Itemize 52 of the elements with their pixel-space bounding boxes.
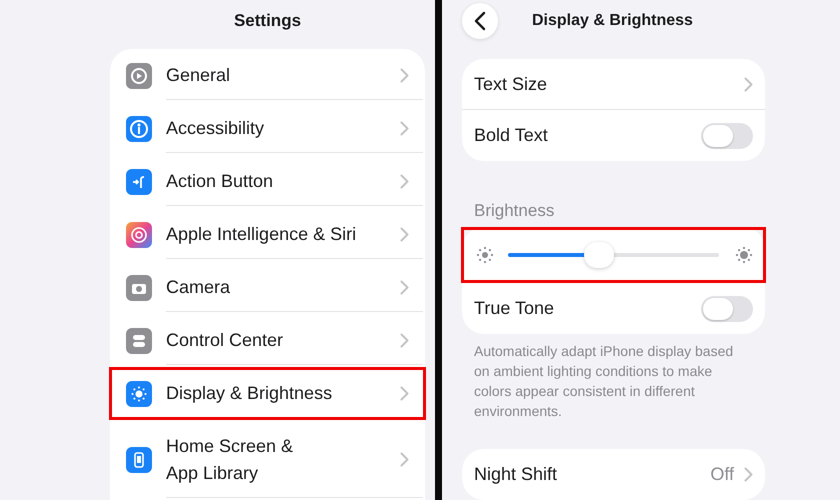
- action-button-icon: [126, 168, 152, 194]
- chevron-icon: [400, 174, 409, 188]
- settings-item[interactable]: General: [109, 49, 426, 102]
- settings-row[interactable]: Text Size: [462, 59, 765, 110]
- toggle-switch[interactable]: [701, 122, 753, 148]
- chevron-icon: [400, 226, 409, 242]
- item-label: Control Center: [166, 328, 284, 352]
- item-label: Camera: [166, 276, 232, 298]
- chevron-icon: [400, 386, 409, 401]
- item-label: Accessibility: [166, 116, 266, 140]
- chevron-icon: [400, 120, 409, 136]
- toggle-switch[interactable]: [701, 296, 753, 322]
- back-button[interactable]: [462, 2, 498, 38]
- settings-item[interactable]: Control Center: [109, 314, 426, 367]
- chevron-icon: [400, 68, 409, 82]
- row-value: Off: [710, 464, 734, 485]
- item-label: Apple Intelligence & Siri: [166, 222, 358, 246]
- screen-title: Settings: [234, 11, 302, 32]
- chevron-icon: [744, 467, 753, 482]
- bright-sun-icon: [735, 246, 753, 264]
- row-label: True Tone: [474, 297, 554, 320]
- accessibility-icon: [126, 116, 152, 142]
- item-label: General: [166, 64, 232, 86]
- item-label: Action Button: [166, 170, 274, 192]
- back-icon: [474, 10, 486, 30]
- dim-sun-icon: [476, 246, 494, 264]
- item-label: Display & Brightness: [166, 382, 334, 405]
- section-footer: Automatically adapt iPhone display based on ambient lighting conditions to make colors appear consistent in different environments.: [474, 341, 746, 421]
- sun-icon: [126, 380, 152, 406]
- gear-icon: [126, 62, 152, 88]
- camera-icon: [126, 274, 152, 300]
- brightness-slider[interactable]: [508, 242, 719, 268]
- settings-item[interactable]: Action Button: [109, 155, 426, 208]
- settings-item[interactable]: Apple Intelligence & Siri: [109, 208, 426, 261]
- chevron-icon: [400, 332, 409, 348]
- screen-title: Display & Brightness: [532, 12, 693, 30]
- chevron-icon: [744, 76, 753, 92]
- settings-item[interactable]: Accessibility: [109, 102, 426, 155]
- toggles-icon: [126, 328, 152, 354]
- settings-item[interactable]: Home Screen & App Library: [109, 420, 426, 500]
- section-header: Brightness: [474, 201, 556, 221]
- chevron-icon: [400, 280, 409, 294]
- row-label: Night Shift: [474, 463, 558, 486]
- slider-thumb[interactable]: [584, 242, 614, 268]
- phone-screen-icon: [126, 447, 152, 473]
- item-label: Home Screen & App Library: [166, 434, 294, 485]
- settings-row[interactable]: Night Shift Off: [462, 449, 765, 500]
- settings-item[interactable]: Camera: [109, 261, 426, 314]
- chevron-icon: [400, 452, 409, 467]
- settings-item[interactable]: Display & Brightness: [109, 367, 426, 420]
- row-label: Text Size: [474, 72, 548, 96]
- row-label: Bold Text: [474, 124, 548, 147]
